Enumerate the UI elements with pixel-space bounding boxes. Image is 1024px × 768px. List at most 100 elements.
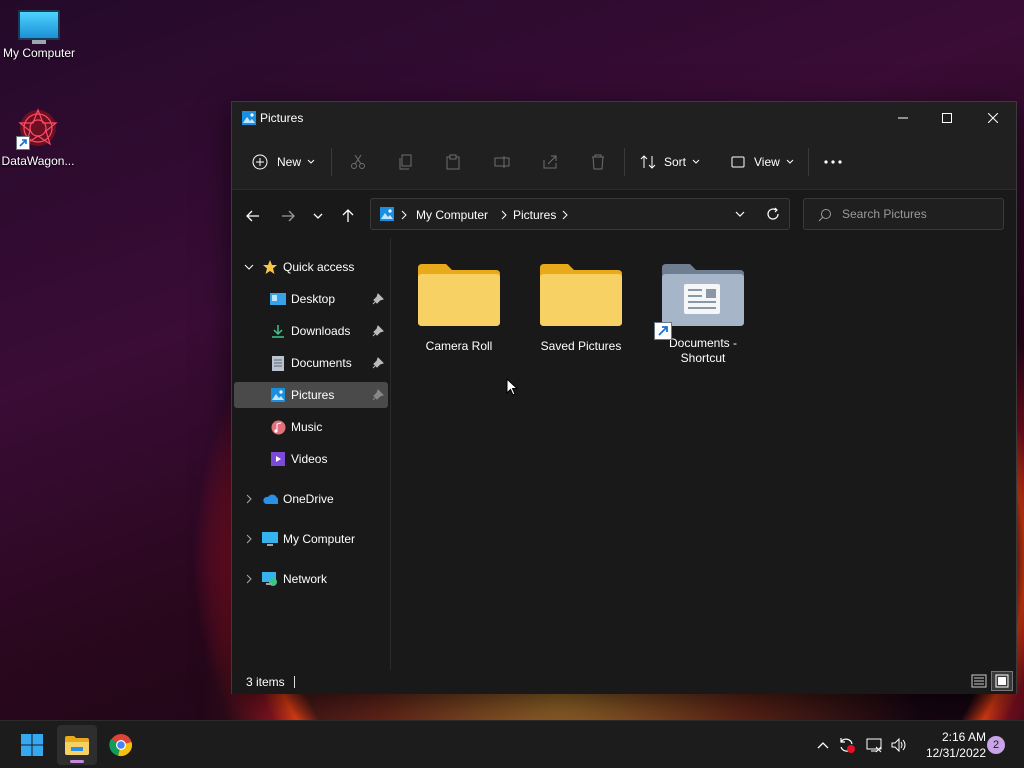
chevron-right-icon [246, 574, 252, 584]
new-button[interactable]: New [252, 148, 315, 176]
monitor-icon [262, 531, 278, 547]
breadcrumb-my-computer[interactable]: My Computer [416, 208, 488, 222]
sidebar-item-onedrive[interactable]: OneDrive [234, 486, 388, 512]
file-list: Camera Roll Saved Pictures Documents - S… [392, 238, 1016, 670]
shortcut-item-documents[interactable]: Documents - Shortcut [648, 260, 758, 366]
start-button[interactable] [12, 725, 52, 765]
maximize-button[interactable] [924, 102, 970, 134]
search-input[interactable] [842, 207, 992, 221]
navigation-bar: My Computer Pictures [232, 190, 1016, 238]
view-icon [731, 156, 745, 168]
shortcut-arrow-icon [16, 136, 30, 150]
pictures-folder-icon [270, 387, 286, 403]
pane-divider[interactable] [390, 238, 391, 670]
folder-label: Saved Pictures [540, 339, 622, 353]
video-icon [270, 451, 286, 467]
chevron-down-icon [313, 213, 323, 219]
start-icon [21, 734, 43, 756]
details-view-button[interactable] [971, 673, 987, 692]
chevron-down-icon [735, 211, 745, 217]
taskbar-file-explorer[interactable] [57, 725, 97, 765]
delete-button[interactable] [590, 148, 606, 176]
arrow-up-icon [342, 209, 354, 222]
up-button[interactable] [336, 204, 360, 228]
sidebar-item-label: Desktop [291, 292, 336, 306]
network-status-button[interactable] [864, 735, 884, 755]
sidebar-item-network[interactable]: Network [234, 566, 388, 592]
title-bar[interactable]: Pictures [232, 102, 1016, 134]
item-count: 3 items [246, 675, 285, 689]
monitor-icon [18, 10, 60, 44]
maximize-icon [942, 113, 952, 123]
forward-button[interactable] [276, 204, 300, 228]
large-icons-view-button[interactable] [991, 671, 1013, 691]
toolbar-divider [331, 148, 332, 176]
close-button[interactable] [970, 102, 1016, 134]
address-history-button[interactable] [735, 207, 745, 224]
sort-button[interactable]: Sort [640, 148, 700, 176]
chevron-down-icon [786, 159, 794, 164]
sidebar-item-downloads[interactable]: Downloads [234, 318, 388, 344]
taskbar-clock[interactable]: 2:16 AM 12/31/2022 [914, 729, 986, 761]
scissors-icon [351, 154, 365, 169]
pin-icon[interactable] [372, 357, 384, 369]
share-button[interactable] [542, 148, 558, 176]
paste-icon [446, 154, 460, 170]
chevron-up-icon [817, 742, 829, 749]
sidebar-item-music[interactable]: Music [234, 414, 388, 440]
download-icon [270, 323, 286, 339]
copy-button[interactable] [398, 148, 414, 176]
sidebar-item-label: OneDrive [283, 492, 334, 506]
view-button[interactable]: View [730, 148, 794, 176]
search-box[interactable] [803, 198, 1004, 230]
recent-locations-button[interactable] [306, 204, 330, 228]
paste-button[interactable] [445, 148, 461, 176]
desktop-icon-label: My Computer [2, 46, 76, 60]
taskbar-chrome[interactable] [101, 725, 141, 765]
cloud-icon [262, 491, 278, 507]
new-button-label: New [277, 155, 302, 169]
sort-icon [640, 155, 656, 169]
sidebar-item-videos[interactable]: Videos [234, 446, 388, 472]
breadcrumb-pictures[interactable]: Pictures [513, 208, 556, 222]
chevron-right-icon [246, 494, 252, 504]
sort-button-label: Sort [664, 155, 687, 169]
clock-time: 2:16 AM [941, 730, 986, 744]
pin-icon[interactable] [372, 293, 384, 305]
toolbar-divider [808, 148, 809, 176]
desktop-icon-my-computer[interactable]: My Computer [1, 10, 77, 60]
refresh-button[interactable] [766, 207, 780, 224]
sidebar-item-my-computer[interactable]: My Computer [234, 526, 388, 552]
chevron-right-icon [401, 210, 407, 220]
pin-icon[interactable] [372, 389, 384, 401]
desktop-icon [270, 291, 286, 307]
chevron-right-icon [562, 210, 568, 220]
see-more-button[interactable] [824, 148, 842, 176]
sidebar-item-documents[interactable]: Documents [234, 350, 388, 376]
shortcut-arrow-icon [654, 322, 672, 340]
sidebar-item-pictures[interactable]: Pictures [234, 382, 388, 408]
cut-button[interactable] [350, 148, 366, 176]
chevron-right-icon [246, 534, 252, 544]
pin-icon[interactable] [372, 325, 384, 337]
music-icon [270, 419, 286, 435]
folder-item-camera-roll[interactable]: Camera Roll [404, 260, 514, 354]
sidebar-item-quick-access[interactable]: Quick access [234, 254, 388, 280]
show-hidden-icons-button[interactable] [813, 735, 833, 755]
sidebar-item-label: Videos [291, 452, 328, 466]
trash-icon [592, 154, 604, 170]
minimize-button[interactable] [880, 102, 926, 134]
rename-button[interactable] [494, 148, 510, 176]
sync-status-button[interactable] [837, 735, 857, 755]
file-explorer-window: Pictures New Sort View My Computer Pictu… [231, 101, 1017, 694]
back-button[interactable] [241, 204, 265, 228]
notification-badge[interactable]: 2 [987, 736, 1005, 754]
address-bar[interactable]: My Computer Pictures [370, 198, 790, 230]
share-icon [543, 155, 557, 169]
search-icon [818, 209, 831, 222]
desktop-icon-datawagon[interactable]: DataWagon... [0, 106, 76, 168]
mouse-cursor-icon [506, 378, 518, 396]
sidebar-item-desktop[interactable]: Desktop [234, 286, 388, 312]
folder-item-saved-pictures[interactable]: Saved Pictures [526, 260, 636, 354]
volume-button[interactable] [889, 735, 909, 755]
